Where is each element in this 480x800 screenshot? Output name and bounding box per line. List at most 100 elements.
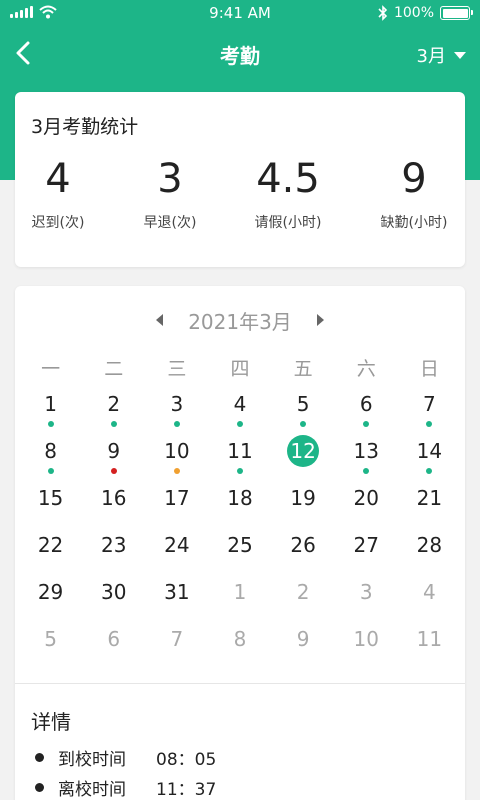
month-selector[interactable]: 3月 bbox=[417, 42, 466, 68]
calendar-day[interactable]: 8 bbox=[208, 623, 271, 670]
day-number: 19 bbox=[290, 486, 316, 510]
calendar-day[interactable]: 31 bbox=[145, 576, 208, 623]
day-number: 8 bbox=[44, 439, 57, 463]
stats-row: 4 迟到(次) 3 早退(次) 4.5 请假(小时) 9 缺勤(小时) bbox=[15, 148, 465, 258]
day-number: 28 bbox=[416, 533, 443, 557]
day-number: 6 bbox=[359, 392, 373, 416]
stat-leave: 4.5 请假(小时) bbox=[232, 148, 344, 232]
calendar-day[interactable]: 14 bbox=[398, 435, 461, 482]
stat-value: 9 bbox=[401, 156, 427, 202]
calendar-header: 2021年3月 bbox=[15, 306, 465, 334]
attendance-status-dot bbox=[300, 421, 307, 427]
day-number: 5 bbox=[296, 392, 310, 416]
calendar-day[interactable]: 21 bbox=[398, 482, 461, 529]
bluetooth-icon bbox=[378, 5, 388, 21]
calendar-day[interactable]: 5 bbox=[272, 388, 335, 435]
calendar-day[interactable]: 7 bbox=[145, 623, 208, 670]
details-value: 08：05 bbox=[156, 749, 217, 770]
calendar-day[interactable]: 19 bbox=[272, 482, 335, 529]
calendar-day[interactable]: 24 bbox=[145, 529, 208, 576]
day-number: 6 bbox=[107, 627, 121, 651]
calendar-title: 2021年3月 bbox=[188, 310, 292, 334]
attendance-status-dot bbox=[363, 421, 370, 427]
calendar-day[interactable]: 10 bbox=[335, 623, 398, 670]
attendance-status-dot bbox=[236, 468, 243, 474]
calendar-grid: 1 2 3 4 5 6 7 8 9 10 11 12 13 14 15 16 17 18 19 20 21 22 23 24 2… bbox=[19, 388, 461, 670]
day-number: 20 bbox=[353, 486, 379, 510]
calendar-day[interactable]: 15 bbox=[19, 482, 82, 529]
stat-label: 迟到(次) bbox=[31, 215, 85, 231]
day-number: 25 bbox=[227, 533, 253, 557]
calendar-day[interactable]: 13 bbox=[335, 435, 398, 482]
calendar-day[interactable]: 16 bbox=[82, 482, 145, 529]
details-item-arrival: 到校时间 08：05 bbox=[35, 742, 216, 772]
day-number: 2 bbox=[296, 580, 310, 604]
day-number: 11 bbox=[416, 627, 443, 651]
calendar-day[interactable]: 3 bbox=[335, 576, 398, 623]
day-number: 23 bbox=[100, 533, 127, 557]
day-number: 9 bbox=[107, 439, 121, 463]
attendance-status-dot bbox=[363, 468, 370, 474]
calendar-day[interactable]: 11 bbox=[398, 623, 461, 670]
calendar-day[interactable]: 17 bbox=[145, 482, 208, 529]
day-number: 2 bbox=[107, 392, 121, 416]
calendar-day[interactable]: 1 bbox=[19, 388, 82, 435]
calendar-day[interactable]: 4 bbox=[398, 576, 461, 623]
day-number: 8 bbox=[233, 627, 247, 651]
attendance-status-dot bbox=[426, 421, 433, 427]
attendance-status-dot bbox=[110, 468, 117, 474]
chevron-left-icon bbox=[16, 41, 30, 65]
calendar-day[interactable]: 2 bbox=[82, 388, 145, 435]
stat-label: 缺勤(小时) bbox=[380, 215, 448, 231]
caret-down-icon bbox=[454, 51, 466, 59]
calendar-day[interactable]: 6 bbox=[82, 623, 145, 670]
calendar-day-selected[interactable]: 12 bbox=[272, 435, 335, 482]
calendar-day[interactable]: 9 bbox=[272, 623, 335, 670]
details-label: 到校时间 bbox=[58, 749, 126, 770]
calendar-day[interactable]: 1 bbox=[208, 576, 271, 623]
back-button[interactable] bbox=[10, 38, 40, 68]
day-number: 12 bbox=[287, 435, 320, 467]
stat-label: 早退(次) bbox=[143, 215, 197, 231]
calendar-day[interactable]: 11 bbox=[208, 435, 271, 482]
day-number: 18 bbox=[227, 486, 253, 510]
calendar-day[interactable]: 22 bbox=[19, 529, 82, 576]
calendar-day[interactable]: 20 bbox=[335, 482, 398, 529]
calendar-day[interactable]: 2 bbox=[272, 576, 335, 623]
attendance-status-dot bbox=[173, 421, 180, 427]
calendar-day[interactable]: 9 bbox=[82, 435, 145, 482]
day-number: 14 bbox=[416, 439, 443, 463]
day-number: 1 bbox=[44, 392, 57, 416]
calendar-day[interactable]: 5 bbox=[19, 623, 82, 670]
calendar-day[interactable]: 26 bbox=[272, 529, 335, 576]
weekday-label: 六 bbox=[356, 358, 376, 380]
calendar-day[interactable]: 4 bbox=[208, 388, 271, 435]
calendar-day[interactable]: 29 bbox=[19, 576, 82, 623]
day-number: 10 bbox=[164, 439, 190, 463]
stat-value: 3 bbox=[157, 156, 183, 202]
next-month-icon[interactable] bbox=[317, 314, 324, 326]
calendar-day[interactable]: 27 bbox=[335, 529, 398, 576]
calendar-day[interactable]: 8 bbox=[19, 435, 82, 482]
calendar-day[interactable]: 23 bbox=[82, 529, 145, 576]
day-number: 4 bbox=[233, 392, 247, 416]
calendar-day[interactable]: 30 bbox=[82, 576, 145, 623]
calendar-day[interactable]: 6 bbox=[335, 388, 398, 435]
calendar-day[interactable]: 18 bbox=[208, 482, 271, 529]
calendar-day[interactable]: 3 bbox=[145, 388, 208, 435]
status-right: 100% bbox=[378, 5, 473, 21]
day-number: 13 bbox=[353, 439, 379, 463]
divider bbox=[15, 683, 465, 684]
day-number: 31 bbox=[164, 580, 190, 604]
calendar-day[interactable]: 25 bbox=[208, 529, 271, 576]
calendar-day[interactable]: 28 bbox=[398, 529, 461, 576]
calendar-day[interactable]: 10 bbox=[145, 435, 208, 482]
attendance-status-dot bbox=[47, 468, 54, 474]
page-title: 考勤 bbox=[220, 44, 260, 68]
day-number: 4 bbox=[423, 580, 436, 604]
day-number: 16 bbox=[100, 486, 127, 510]
month-selector-label: 3月 bbox=[416, 46, 446, 67]
calendar-day[interactable]: 7 bbox=[398, 388, 461, 435]
details-item-departure: 离校时间 11：37 bbox=[35, 772, 216, 800]
weekday-label: 日 bbox=[419, 358, 439, 380]
